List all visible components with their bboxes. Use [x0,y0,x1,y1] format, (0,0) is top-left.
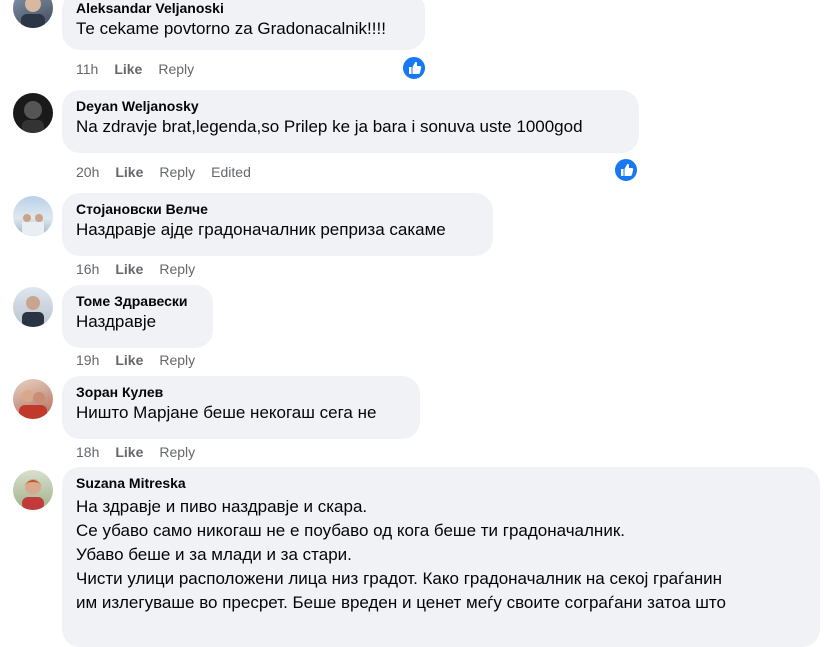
avatar[interactable] [13,287,53,327]
reply-button[interactable]: Reply [159,444,195,461]
comment-bubble: Aleksandar Veljanoski Те cekame povtorno… [62,0,425,50]
comment-text: Наздравје [76,312,157,331]
reply-button[interactable]: Reply [159,352,195,369]
comment-text-line: Чисти улици расположени лица низ градот.… [76,569,723,588]
like-button[interactable]: Like [115,261,143,278]
comment-time[interactable]: 16h [76,261,99,278]
like-icon[interactable] [613,157,639,183]
comment-author[interactable]: Suzana Mitreska [76,475,806,492]
comment-actions: 18h Like Reply [76,444,211,461]
comment-time[interactable]: 20h [76,164,99,181]
comment-text: Na zdravje brat,legenda,so Prilep ke ja … [76,117,583,136]
comment-author[interactable]: Зоран Кулев [76,384,406,401]
reply-button[interactable]: Reply [159,164,195,181]
comment-author[interactable]: Aleksandar Veljanoski [76,0,411,17]
comment-bubble: Томе Здравески Наздравје [62,285,213,348]
comment-time[interactable]: 19h [76,352,99,369]
avatar[interactable] [13,470,53,510]
comment-text-line: На здравје и пиво наздравје и скара. [76,497,368,516]
comment-author[interactable]: Томе Здравески [76,293,199,310]
avatar[interactable] [13,93,53,133]
avatar[interactable] [13,196,53,236]
comment-bubble: Suzana Mitreska На здравје и пиво наздра… [62,467,820,647]
comment-bubble: Стојановски Велче Наздравје ајде градона… [62,193,493,256]
like-button[interactable]: Like [115,164,143,181]
avatar[interactable] [13,0,53,28]
comment-actions: 19h Like Reply [76,352,211,369]
comment-text: Те cekame povtorno za Gradonacalnik!!!! [76,19,386,38]
avatar[interactable] [13,379,53,419]
comment-text-line: им излегуваше во пресрет. Беше вреден и … [76,593,726,612]
comment-actions: 11h Like Reply [76,61,210,78]
comment-bubble: Зоран Кулев Ништо Марјане беше некогаш с… [62,376,420,439]
like-icon[interactable] [401,55,427,81]
edited-label[interactable]: Edited [211,164,251,181]
comment-author[interactable]: Deyan Weljanosky [76,98,625,115]
comment-actions: 16h Like Reply [76,261,211,278]
comment-author[interactable]: Стојановски Велче [76,201,479,218]
comment-text: Наздравје ајде градоначалник реприза сак… [76,220,446,239]
reply-button[interactable]: Reply [158,61,194,78]
comment-bubble: Deyan Weljanosky Na zdravje brat,legenda… [62,90,639,153]
comment-actions: 20h Like Reply Edited [76,164,267,181]
comment-text: Ништо Марјане беше некогаш сега не [76,403,377,422]
comment-text-line: Убаво беше и за млади и за стари. [76,545,352,564]
like-button[interactable]: Like [115,352,143,369]
comment-time[interactable]: 11h [76,61,98,78]
comment-text-line: Се убаво само никогаш не е поубаво од ко… [76,521,625,540]
reply-button[interactable]: Reply [159,261,195,278]
like-button[interactable]: Like [115,444,143,461]
like-button[interactable]: Like [114,61,142,78]
comment-time[interactable]: 18h [76,444,99,461]
